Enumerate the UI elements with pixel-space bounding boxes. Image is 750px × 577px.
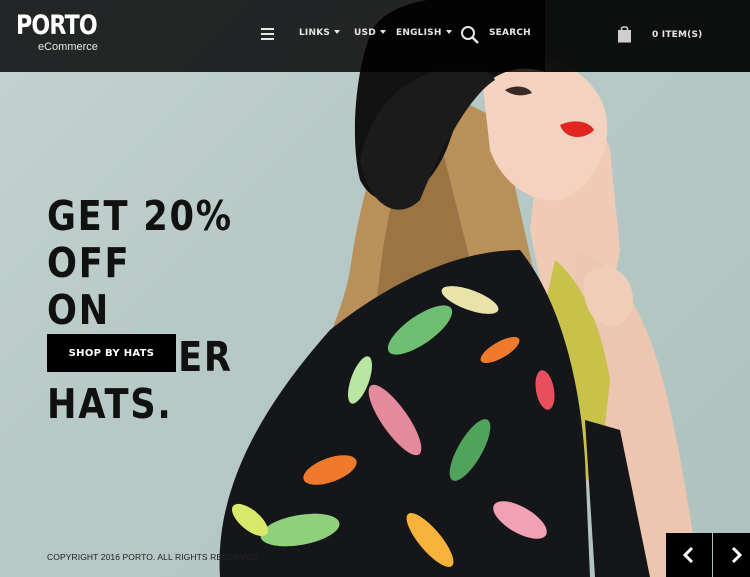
chevron-left-icon	[682, 546, 694, 564]
headline-line: HATS.	[47, 380, 173, 428]
hero-headline: GET 20% OFF ON SUMMER HATS.	[47, 193, 288, 428]
currency-dropdown[interactable]: USD	[354, 28, 386, 38]
logo[interactable]: PORTO eCommerce	[16, 10, 98, 54]
caret-down-icon	[334, 30, 341, 34]
nav-links-label: LINKS	[299, 28, 331, 38]
slider-next-button[interactable]	[713, 533, 750, 577]
slider-prev-button[interactable]	[666, 533, 712, 577]
search-icon[interactable]	[460, 25, 480, 45]
hamburger-icon[interactable]	[261, 28, 274, 40]
language-dropdown[interactable]: ENGLISH	[396, 28, 452, 38]
cart-count-label: 0 ITEM(S)	[652, 30, 703, 40]
site-header: PORTO eCommerce LINKS USD ENGLISH SEARCH…	[0, 0, 750, 72]
copyright-text: COPYRIGHT 2016 PORTO. ALL RIGHTS RESERVE…	[47, 552, 260, 562]
search-link[interactable]: SEARCH	[489, 28, 531, 38]
language-label: ENGLISH	[396, 28, 442, 38]
nav-links-dropdown[interactable]: LINKS	[299, 28, 341, 38]
shop-by-hats-button[interactable]: SHOP BY HATS	[47, 334, 176, 372]
caret-down-icon	[445, 30, 452, 34]
logo-tagline: eCommerce	[38, 41, 98, 53]
logo-brand: PORTO	[16, 10, 98, 41]
cart-count-link[interactable]: 0 ITEM(S)	[652, 30, 703, 40]
headline-line: GET 20% OFF	[47, 192, 233, 287]
caret-down-icon	[379, 30, 386, 34]
search-label: SEARCH	[489, 28, 531, 38]
currency-label: USD	[354, 28, 376, 38]
cart-area	[545, 0, 750, 72]
shopping-bag-icon[interactable]	[617, 25, 632, 43]
chevron-right-icon	[731, 546, 743, 564]
